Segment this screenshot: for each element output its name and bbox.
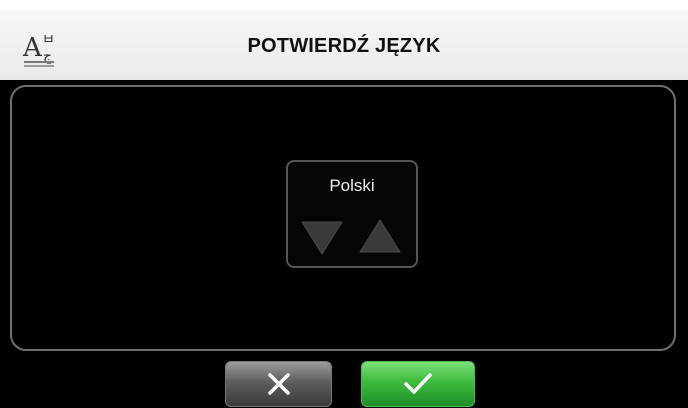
language-panel: Polski <box>10 85 676 351</box>
triangle-down-icon <box>301 221 343 255</box>
confirm-button[interactable] <box>361 361 475 407</box>
triangle-up-icon <box>359 219 401 253</box>
cancel-button[interactable] <box>225 361 332 407</box>
language-next-button[interactable] <box>356 216 404 258</box>
language-selector: Polski <box>286 160 418 268</box>
selected-language-label: Polski <box>329 176 375 195</box>
checkmark-icon <box>404 373 432 394</box>
device-screen: A ㅂ ج POTWIERDŹ JĘZYK Polski <box>0 10 688 408</box>
page-title: POTWIERDŹ JĘZYK <box>247 35 441 57</box>
close-icon <box>267 373 290 395</box>
header-bar: A ㅂ ج POTWIERDŹ JĘZYK <box>0 10 688 80</box>
language-previous-button[interactable] <box>298 216 346 258</box>
